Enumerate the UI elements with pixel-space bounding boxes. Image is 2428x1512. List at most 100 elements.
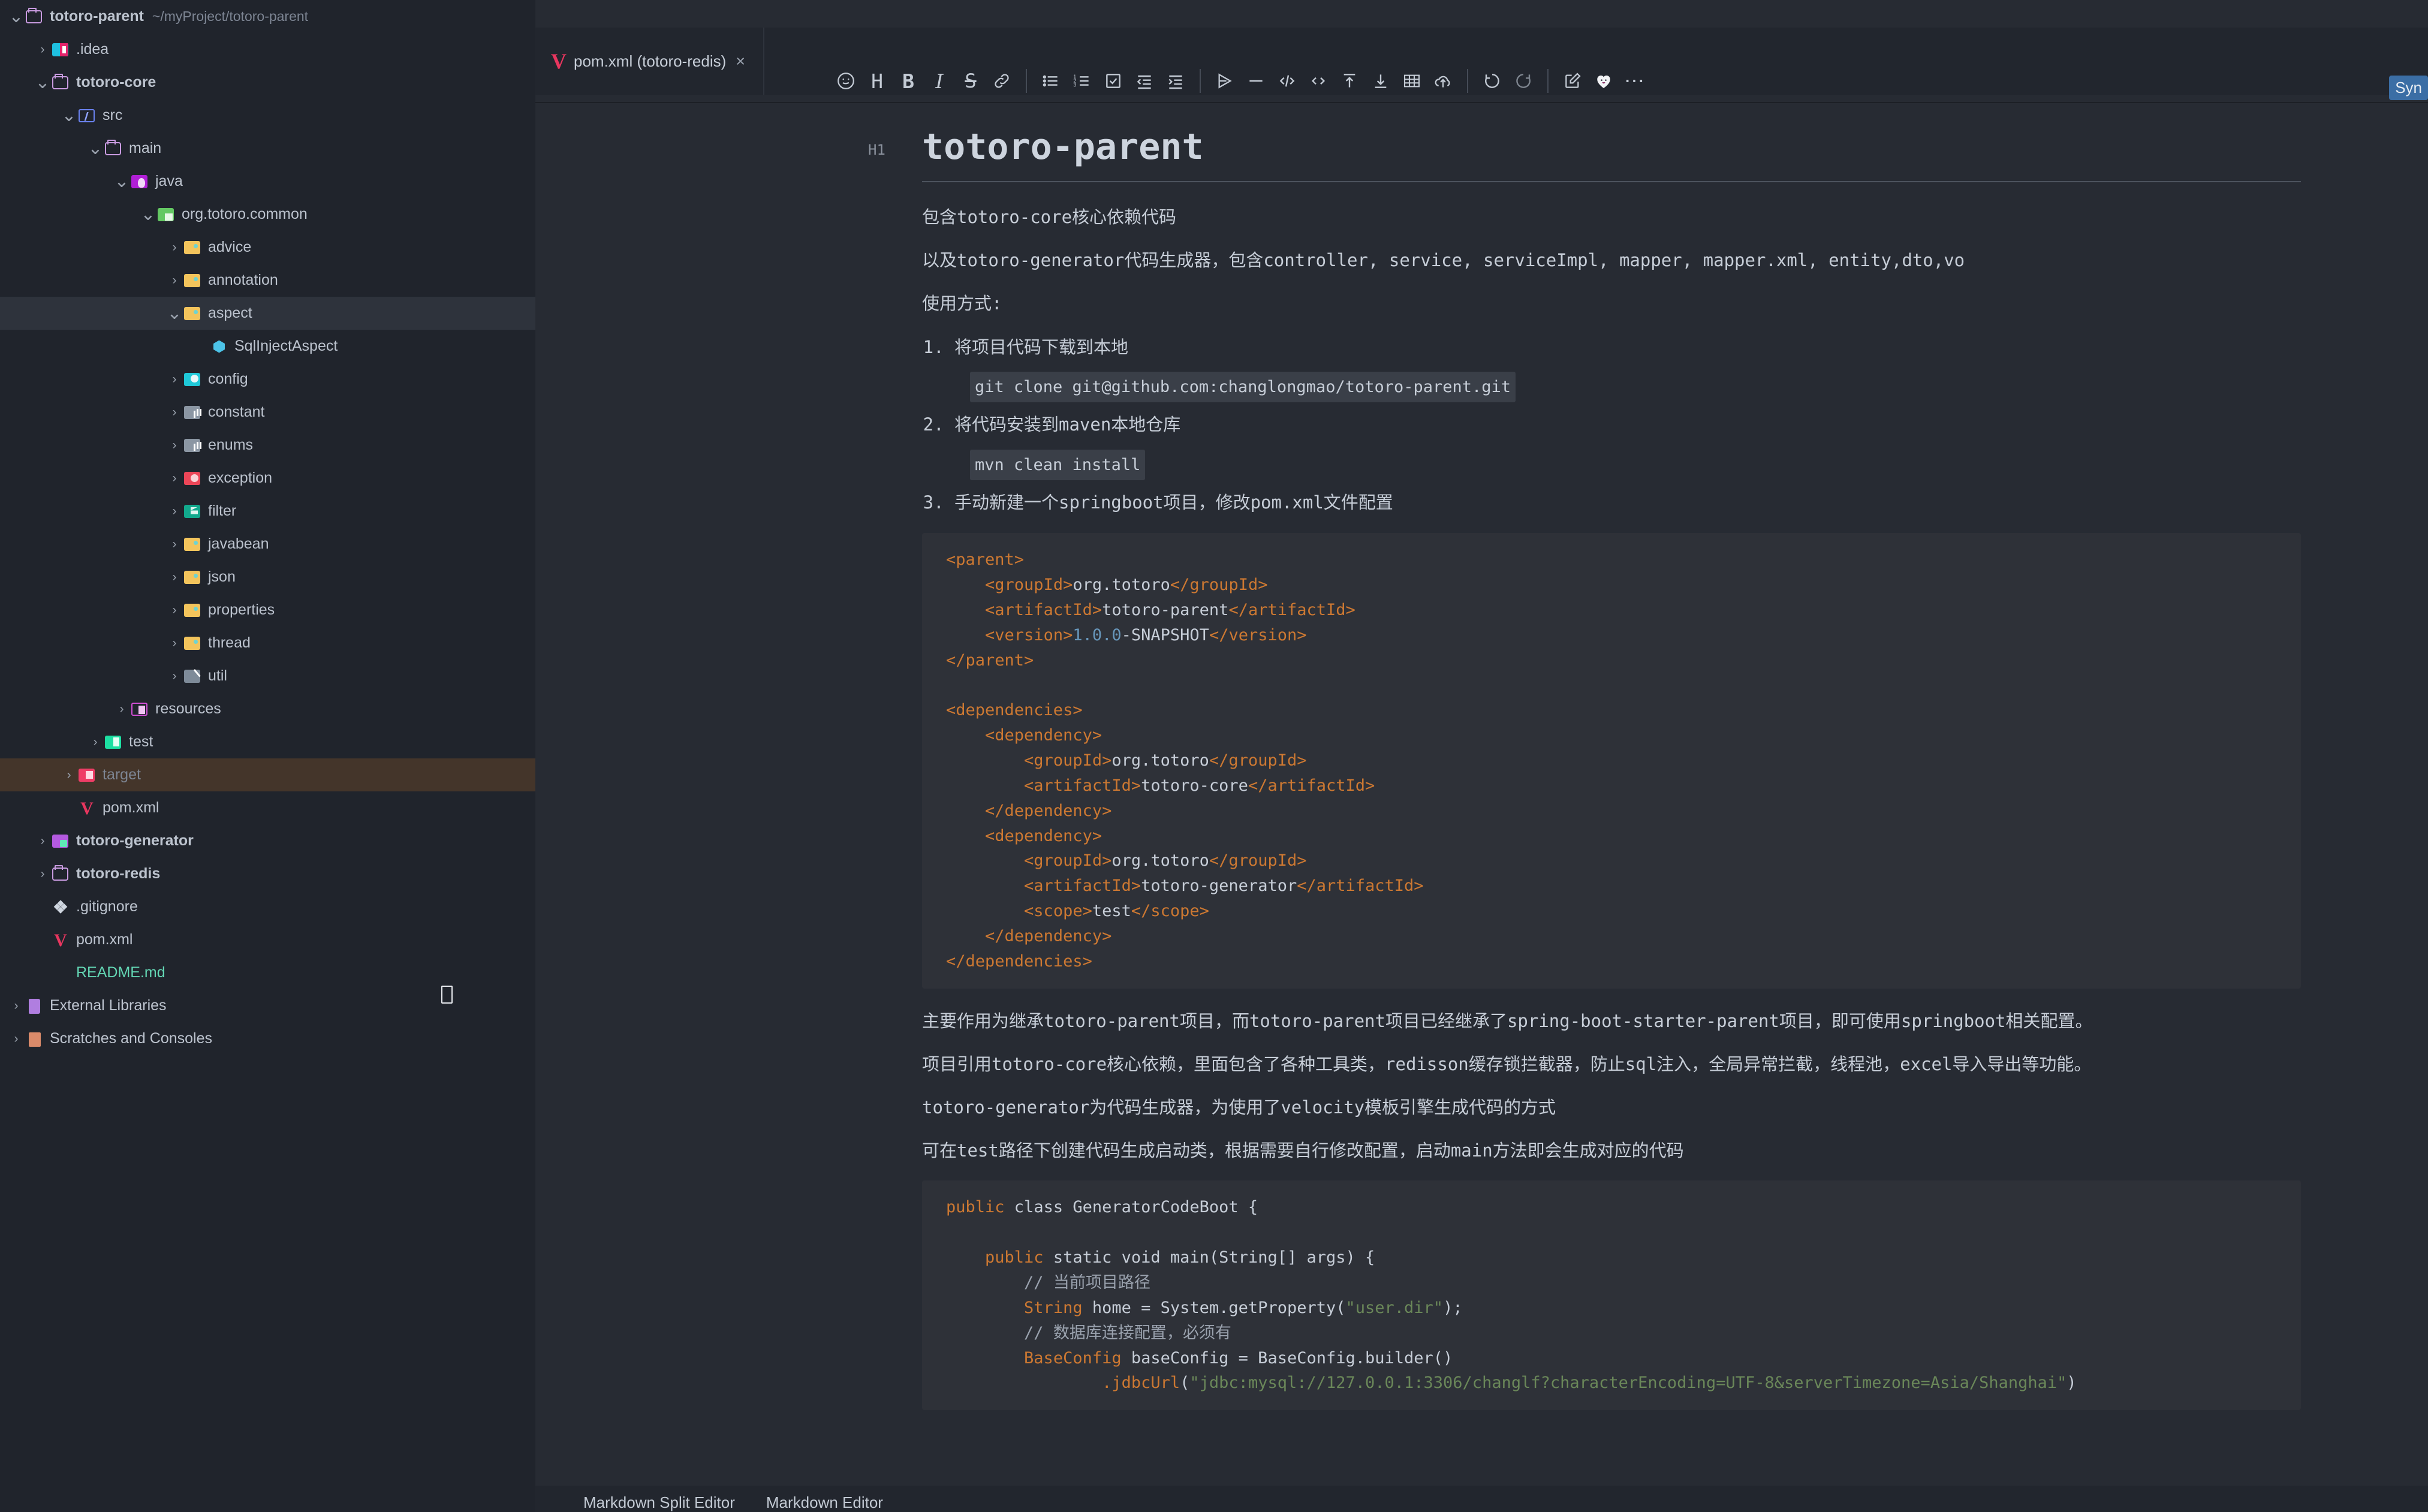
markdown-toolbar[interactable]: H B I S 123 ⋯ <box>535 60 2428 102</box>
source-root-icon <box>77 107 97 125</box>
chevron-right-icon[interactable]: › <box>167 372 182 387</box>
sync-badge[interactable]: Syn <box>2389 76 2428 100</box>
inline-code[interactable]: mvn clean install <box>970 449 1146 480</box>
chevron-right-icon[interactable]: › <box>167 438 182 453</box>
tree-item-sqlinjectaspect[interactable]: SqlInjectAspect <box>0 330 535 363</box>
tree-item-properties[interactable]: › properties <box>0 594 535 627</box>
horizontal-rule-icon[interactable] <box>1240 65 1272 97</box>
tree-item-target[interactable]: › target <box>0 758 535 791</box>
tree-item-resources[interactable]: › resources <box>0 692 535 725</box>
chevron-down-icon[interactable]: ⌄ <box>8 7 24 25</box>
indent-icon[interactable] <box>1160 65 1191 97</box>
tab-markdown-editor[interactable]: Markdown Editor <box>766 1493 883 1512</box>
outdent-icon[interactable] <box>1129 65 1160 97</box>
chevron-down-icon[interactable]: ⌄ <box>114 172 129 190</box>
tree-item-label: exception <box>208 469 273 486</box>
tree-item-exception[interactable]: › exception <box>0 462 535 495</box>
tree-item-gitignore[interactable]: ❖ .gitignore <box>0 890 535 923</box>
heading-icon[interactable]: H <box>861 65 893 97</box>
tree-item-filter[interactable]: › filter <box>0 495 535 528</box>
link-icon[interactable] <box>986 65 1017 97</box>
inline-code[interactable]: git clone git@github.com:changlongmao/to… <box>970 372 1516 403</box>
chevron-right-icon[interactable]: › <box>167 240 182 255</box>
chevron-right-icon[interactable]: › <box>35 834 50 848</box>
chevron-down-icon[interactable]: ⌄ <box>88 139 103 157</box>
table-icon[interactable] <box>1396 65 1427 97</box>
tree-item-thread[interactable]: › thread <box>0 627 535 659</box>
java-code-block[interactable]: public class GeneratorCodeBoot { public … <box>922 1180 2301 1411</box>
chevron-right-icon[interactable]: › <box>8 999 24 1013</box>
tree-item-javabean[interactable]: › javabean <box>0 528 535 561</box>
tree-item-annotation[interactable]: › annotation <box>0 264 535 297</box>
chevron-right-icon[interactable]: › <box>167 636 182 650</box>
numbered-list-icon[interactable]: 123 <box>1067 65 1098 97</box>
chevron-down-icon[interactable]: ⌄ <box>61 106 77 124</box>
chevron-right-icon[interactable]: › <box>88 735 103 749</box>
tree-item-pom-xml[interactable]: Vpom.xml <box>0 923 535 956</box>
chevron-right-icon[interactable]: › <box>167 405 182 420</box>
chevron-right-icon[interactable]: › <box>167 504 182 519</box>
chevron-right-icon[interactable]: › <box>167 669 182 683</box>
blockquote-icon[interactable] <box>1209 65 1240 97</box>
tree-item-test[interactable]: › test <box>0 725 535 758</box>
bold-icon[interactable]: B <box>893 65 924 97</box>
redo-icon[interactable] <box>1508 65 1539 97</box>
tree-item-json[interactable]: › json <box>0 561 535 594</box>
chevron-right-icon[interactable]: › <box>167 471 182 486</box>
project-tool-window[interactable]: ⌄ totoro-parent ~/myProject/totoro-parent ›… <box>0 0 535 1512</box>
tree-item-totoro-parent[interactable]: ⌄ totoro-parent ~/myProject/totoro-parent <box>0 0 535 33</box>
chevron-down-icon[interactable]: ⌄ <box>140 205 156 223</box>
tree-item-totoro-core[interactable]: ⌄ totoro-core <box>0 66 535 99</box>
chevron-right-icon[interactable]: › <box>167 603 182 618</box>
emoji-icon[interactable] <box>830 65 861 97</box>
more-icon[interactable]: ⋯ <box>1619 65 1650 97</box>
tree-item-enums[interactable]: › enums <box>0 429 535 462</box>
chevron-right-icon[interactable]: › <box>167 537 182 552</box>
tree-item-pom-xml[interactable]: Vpom.xml <box>0 791 535 824</box>
code-block-icon[interactable] <box>1272 65 1303 97</box>
chevron-right-icon[interactable]: › <box>8 1032 24 1046</box>
inline-code-icon[interactable] <box>1303 65 1334 97</box>
project-tree[interactable]: ⌄ totoro-parent ~/myProject/totoro-parent ›… <box>0 0 535 1055</box>
tree-item-scratches-and-consoles[interactable]: › Scratches and Consoles <box>0 1022 535 1055</box>
chevron-right-icon[interactable]: › <box>114 702 129 716</box>
tab-markdown-split-editor[interactable]: Markdown Split Editor <box>583 1493 735 1512</box>
tree-item-main[interactable]: ⌄ main <box>0 132 535 165</box>
chevron-right-icon[interactable]: › <box>167 273 182 288</box>
tree-item-aspect[interactable]: ⌄ aspect <box>0 297 535 330</box>
tree-item-totoro-redis[interactable]: › totoro-redis <box>0 857 535 890</box>
chevron-right-icon[interactable]: › <box>61 768 77 782</box>
italic-icon[interactable]: I <box>924 65 955 97</box>
tree-item-idea[interactable]: › .idea <box>0 33 535 66</box>
tree-item-config[interactable]: › config <box>0 363 535 396</box>
move-down-icon[interactable] <box>1365 65 1396 97</box>
markdown-preview[interactable]: H1 totoro-parent 包含totoro-core核心依赖代码 以及t… <box>535 106 2428 1486</box>
tree-item-advice[interactable]: › advice <box>0 231 535 264</box>
folder-enum-icon <box>182 436 203 454</box>
chevron-right-icon[interactable]: › <box>35 43 50 57</box>
editor-mode-tabs[interactable]: Markdown Split Editor Markdown Editor <box>535 1486 2428 1512</box>
tree-item-org-totoro-common[interactable]: ⌄ org.totoro.common <box>0 198 535 231</box>
svg-text:3: 3 <box>1073 82 1076 88</box>
tree-item-java[interactable]: ⌄ java <box>0 165 535 198</box>
chevron-down-icon[interactable]: ⌄ <box>167 304 182 322</box>
bullet-list-icon[interactable] <box>1035 65 1067 97</box>
tree-item-util[interactable]: › util <box>0 659 535 692</box>
heart-icon[interactable] <box>1588 65 1619 97</box>
chevron-right-icon[interactable]: › <box>167 570 182 585</box>
tree-item-totoro-generator[interactable]: › totoro-generator <box>0 824 535 857</box>
tree-item-src[interactable]: ⌄ src <box>0 99 535 132</box>
undo-icon[interactable] <box>1477 65 1508 97</box>
chevron-down-icon[interactable]: ⌄ <box>35 73 50 91</box>
strikethrough-icon[interactable]: S <box>955 65 986 97</box>
tree-item-constant[interactable]: › constant <box>0 396 535 429</box>
tree-item-readme-md[interactable]: README.md <box>0 956 535 1004</box>
edit-icon[interactable] <box>1557 65 1588 97</box>
move-up-icon[interactable] <box>1334 65 1365 97</box>
chevron-right-icon[interactable]: › <box>35 867 50 881</box>
upload-icon[interactable] <box>1427 65 1459 97</box>
xml-code-block[interactable]: <parent> <groupId>org.totoro</groupId> <… <box>922 533 2301 989</box>
task-list-icon[interactable] <box>1098 65 1129 97</box>
tree-item-external-libraries[interactable]: › External Libraries <box>0 989 535 1022</box>
idea-folder-icon <box>50 41 71 59</box>
